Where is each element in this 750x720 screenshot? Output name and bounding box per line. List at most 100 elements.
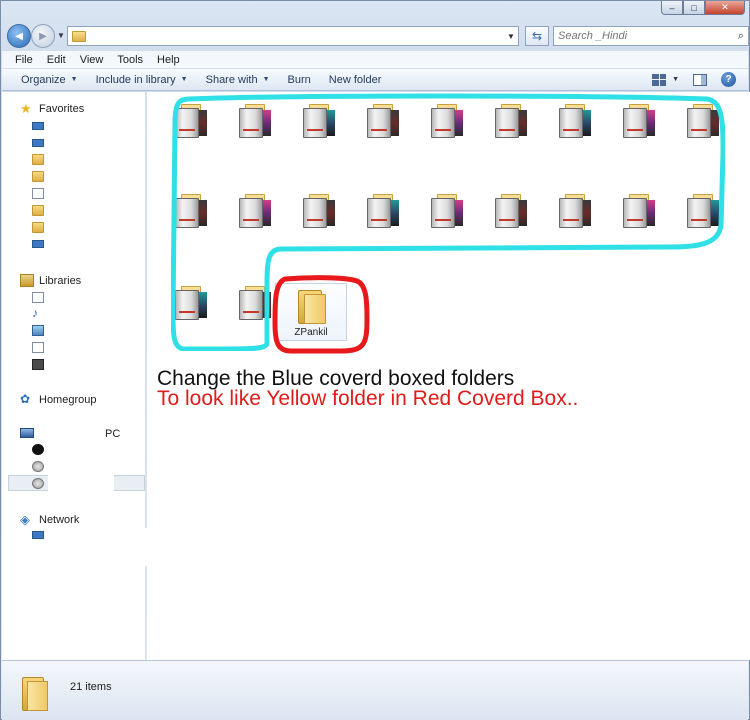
toolbar-right-controls: ▼ ?	[652, 72, 736, 87]
album-folder-icon	[687, 194, 719, 228]
album-folder-item[interactable]	[489, 98, 533, 146]
maximize-button[interactable]: □	[683, 1, 705, 15]
album-folder-item[interactable]	[553, 188, 597, 236]
nav-libraries[interactable]: Libraries	[20, 274, 81, 287]
menu-bar: File Edit View Tools Help	[2, 51, 748, 69]
album-folder-item[interactable]	[233, 188, 277, 236]
share-with-button[interactable]: Share with ▼	[197, 74, 279, 86]
redacted-drives	[48, 440, 114, 502]
document-icon[interactable]	[32, 188, 44, 199]
address-row: ◀ ▶ ▼ ▼ ⇆ ⌕	[7, 23, 749, 49]
folder-icon	[22, 677, 48, 711]
share-with-label: Share with	[205, 73, 258, 86]
chevron-down-icon: ▼	[70, 76, 78, 83]
album-folder-icon	[431, 194, 463, 228]
album-folder-item[interactable]	[169, 98, 213, 146]
nav-network-label: Network	[39, 513, 80, 526]
documents-library-icon[interactable]	[32, 292, 44, 303]
search-box[interactable]: ⌕	[553, 26, 749, 46]
folder-icon[interactable]	[32, 154, 44, 165]
music-library-icon[interactable]: ♪	[32, 307, 44, 319]
monitor-icon[interactable]	[32, 139, 44, 147]
menu-view[interactable]: View	[73, 54, 111, 66]
album-folder-item[interactable]	[617, 98, 661, 146]
forward-arrow-icon: ▶	[39, 30, 47, 42]
preview-pane-icon[interactable]	[693, 73, 707, 86]
search-icon[interactable]: ⌕	[738, 30, 744, 43]
nav-homegroup-label: Homegroup	[39, 393, 97, 406]
nav-network[interactable]: ◈ Network	[20, 513, 79, 526]
album-folder-icon	[175, 286, 207, 320]
album-folder-item[interactable]	[169, 188, 213, 236]
album-folder-item[interactable]	[169, 280, 213, 328]
menu-file[interactable]: File	[8, 54, 40, 66]
close-button[interactable]: ✕	[705, 1, 745, 15]
album-folder-item[interactable]	[489, 188, 533, 236]
menu-help[interactable]: Help	[150, 54, 187, 66]
album-folder-item[interactable]	[361, 188, 405, 236]
include-in-library-button[interactable]: Include in library ▼	[87, 74, 197, 86]
folder-icon[interactable]	[32, 205, 44, 216]
pictures-library-icon[interactable]	[32, 325, 44, 336]
back-arrow-icon: ◀	[15, 30, 23, 42]
drive-icon[interactable]	[32, 478, 44, 489]
album-folder-icon	[175, 104, 207, 138]
network-share-icon[interactable]	[32, 240, 44, 248]
nav-favorites[interactable]: ★ Favorites	[20, 102, 84, 115]
folder-icon[interactable]	[32, 171, 44, 182]
folder-item-selected[interactable]: ZPankil	[275, 283, 347, 341]
album-folder-item[interactable]	[681, 98, 725, 146]
libraries-icon	[20, 274, 34, 287]
change-view-icon[interactable]	[652, 73, 667, 86]
album-folder-item[interactable]	[233, 280, 277, 328]
menu-tools[interactable]: Tools	[110, 54, 150, 66]
videos-library-icon[interactable]	[32, 359, 44, 370]
album-folder-item[interactable]	[297, 98, 341, 146]
homegroup-icon: ✿	[20, 392, 31, 406]
refresh-icon: ⇆	[531, 29, 543, 43]
new-folder-button[interactable]: New folder	[320, 74, 391, 86]
organize-button[interactable]: Organize ▼	[12, 74, 87, 86]
network-computer-icon[interactable]	[32, 531, 44, 539]
chevron-down-icon: ▼	[180, 76, 188, 83]
album-folder-icon	[623, 194, 655, 228]
album-folder-item[interactable]	[425, 188, 469, 236]
album-folder-item[interactable]	[681, 188, 725, 236]
search-input[interactable]	[558, 30, 738, 42]
forward-button[interactable]: ▶	[31, 24, 55, 48]
menu-edit[interactable]: Edit	[40, 54, 73, 66]
drive-icon[interactable]	[32, 461, 44, 472]
album-folder-item[interactable]	[553, 98, 597, 146]
navigation-pane: ★ Favorites Libraries ♪ ✿ Homegroup PC ◈…	[2, 92, 178, 660]
downloads-folder-icon[interactable]	[32, 222, 44, 233]
album-folder-icon	[687, 104, 719, 138]
address-path-redacted	[90, 28, 450, 44]
album-folder-item[interactable]	[425, 98, 469, 146]
address-bar[interactable]: ▼	[67, 26, 519, 46]
nav-computer[interactable]	[20, 428, 39, 438]
address-dropdown-icon[interactable]: ▼	[504, 32, 518, 41]
album-folder-icon	[559, 194, 591, 228]
album-folder-item[interactable]	[617, 188, 661, 236]
organize-label: Organize	[21, 73, 66, 86]
album-folder-item[interactable]	[297, 188, 341, 236]
view-options-dropdown[interactable]: ▼	[672, 76, 679, 83]
nav-homegroup[interactable]: ✿ Homegroup	[20, 393, 96, 406]
nav-libraries-label: Libraries	[39, 274, 82, 287]
library-icon[interactable]	[32, 342, 44, 353]
chevron-down-icon: ▼	[262, 76, 270, 83]
yellow-folder-icon	[298, 290, 326, 324]
drive-icon[interactable]	[32, 444, 44, 455]
back-button[interactable]: ◀	[7, 24, 31, 48]
album-folder-item[interactable]	[233, 98, 277, 146]
minimize-button[interactable]: –	[661, 1, 683, 15]
refresh-button[interactable]: ⇆	[525, 26, 549, 46]
desktop-icon[interactable]	[32, 122, 44, 130]
nav-computer-label: PC	[105, 428, 121, 440]
folder-name: ZPankil	[294, 327, 328, 338]
recent-pages-dropdown[interactable]: ▼	[57, 31, 65, 40]
help-icon[interactable]: ?	[721, 72, 736, 87]
include-in-library-label: Include in library	[95, 73, 176, 86]
burn-button[interactable]: Burn	[279, 74, 320, 86]
album-folder-item[interactable]	[361, 98, 405, 146]
